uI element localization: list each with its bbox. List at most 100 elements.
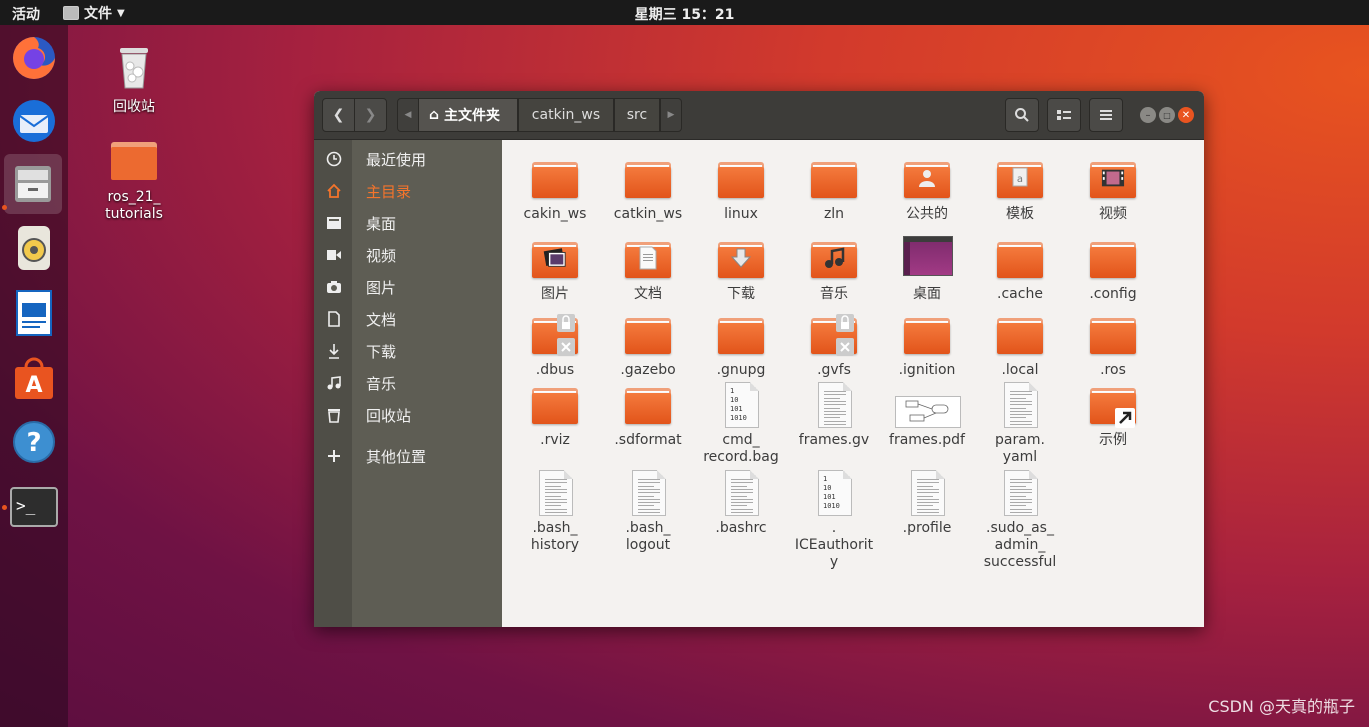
breadcrumb-catkin-ws[interactable]: catkin_ws [518, 98, 614, 132]
sidebar-item-label: 其他位置 [366, 448, 427, 466]
close-button[interactable]: ✕ [1178, 107, 1194, 123]
forward-button[interactable]: ❯ [354, 98, 387, 132]
maximize-button[interactable]: □ [1159, 107, 1175, 123]
file-item[interactable]: 1 10 101 1010 cmd_ record.bag [696, 382, 786, 466]
file-label: .sdformat [614, 432, 682, 448]
file-item[interactable]: frames.pdf [882, 382, 972, 449]
file-icon-container [531, 156, 579, 204]
file-item[interactable]: .gnupg [696, 312, 786, 379]
sidebar-item-label: 音乐 [366, 375, 397, 393]
sidebar-item-download[interactable]: 下载 [314, 335, 502, 367]
file-item[interactable]: .sudo_as_ admin_ successful [975, 470, 1065, 571]
file-item[interactable]: catkin_ws [603, 156, 693, 223]
desktop-item-label: 回收站 [113, 99, 155, 115]
file-label: .bash_ history [530, 520, 580, 553]
file-item[interactable]: a 模板 [975, 156, 1065, 223]
file-label: linux [724, 206, 758, 222]
file-label: .cache [997, 286, 1043, 302]
firefox-icon[interactable] [8, 32, 60, 84]
sidebar-item-music[interactable]: 音乐 [314, 367, 502, 399]
file-item[interactable]: cakin_ws [510, 156, 600, 223]
writer-icon[interactable] [8, 287, 60, 339]
menu-button[interactable] [1089, 98, 1123, 132]
file-icon-container [1089, 156, 1137, 204]
file-item[interactable]: .gvfs [789, 312, 879, 379]
locked-emblem-icon [555, 314, 577, 363]
sidebar-item-camera[interactable]: 图片 [314, 271, 502, 303]
sidebar-item-label: 视频 [366, 247, 397, 265]
file-icon-container [903, 236, 953, 284]
file-item[interactable]: 1 10 101 1010 . ICEauthorit y [789, 470, 879, 571]
plus-icon [324, 446, 344, 466]
file-item[interactable]: param. yaml [975, 382, 1065, 466]
file-item[interactable]: frames.gv [789, 382, 879, 449]
sidebar-item-desktop[interactable]: 桌面 [314, 207, 502, 239]
sidebar-item-home[interactable]: 主目录 [314, 175, 502, 207]
rhythmbox-icon[interactable] [8, 222, 60, 274]
file-item[interactable]: .profile [882, 470, 972, 537]
file-item[interactable]: 示例 [1068, 382, 1158, 449]
file-label: .dbus [535, 362, 575, 378]
breadcrumb-label: 主文件夹 [444, 108, 501, 124]
file-item[interactable]: .sdformat [603, 382, 693, 449]
file-item[interactable]: .cache [975, 236, 1065, 303]
sidebar-item-video[interactable]: 视频 [314, 239, 502, 271]
sidebar-item-document[interactable]: 文档 [314, 303, 502, 335]
desktop-trash[interactable]: 回收站 [94, 44, 174, 116]
file-item[interactable]: .gazebo [603, 312, 693, 379]
file-icon-container [895, 382, 961, 430]
help-icon[interactable]: ? [8, 416, 60, 468]
sidebar-item-trash[interactable]: 回收站 [314, 399, 502, 431]
file-icon-container [996, 312, 1044, 360]
file-item[interactable]: .local [975, 312, 1065, 379]
clock[interactable]: 星期三 15：21 [0, 4, 1369, 24]
file-item[interactable]: 音乐 [789, 236, 879, 303]
file-item[interactable]: 公共的 [882, 156, 972, 223]
file-label: frames.gv [798, 432, 870, 448]
file-icon-container [810, 236, 858, 284]
file-item[interactable]: 桌面 [882, 236, 972, 303]
file-item[interactable]: 文档 [603, 236, 693, 303]
sidebar-item-plus[interactable]: 其他位置 [314, 440, 502, 472]
file-manager-window: ❮ ❯ ◀ ⌂ 主文件夹 catkin_ws src ▶ – □ ✕ 最近使用 … [314, 91, 1204, 627]
folder-icon [625, 162, 671, 198]
desktop-folder[interactable]: ros_21_ tutorials [94, 140, 174, 223]
file-item[interactable]: 下载 [696, 236, 786, 303]
file-icon-container [531, 236, 579, 284]
file-item[interactable]: .bashrc [696, 470, 786, 537]
file-item[interactable]: zln [789, 156, 879, 223]
camera-icon [324, 277, 344, 297]
back-button[interactable]: ❮ [322, 98, 355, 132]
file-item[interactable]: .ignition [882, 312, 972, 379]
list-view-icon [1057, 110, 1071, 120]
file-item[interactable]: .bash_ history [510, 470, 600, 554]
file-item[interactable]: .rviz [510, 382, 600, 449]
file-label: .ignition [898, 362, 956, 378]
folder-icon [111, 142, 157, 180]
files-icon[interactable] [4, 154, 62, 214]
software-center-icon[interactable]: A [8, 352, 60, 404]
file-icon-container [624, 312, 672, 360]
breadcrumb-scroll-left[interactable]: ◀ [397, 98, 419, 132]
document-icon [324, 309, 344, 329]
view-toggle-button[interactable] [1047, 98, 1081, 132]
file-item[interactable]: 图片 [510, 236, 600, 303]
file-item[interactable]: 视频 [1068, 156, 1158, 223]
breadcrumb-src[interactable]: src [614, 98, 660, 132]
file-item[interactable]: .dbus [510, 312, 600, 379]
search-button[interactable] [1005, 98, 1039, 132]
sidebar-item-clock[interactable]: 最近使用 [314, 143, 502, 175]
minimize-button[interactable]: – [1140, 107, 1156, 123]
file-label: 下载 [727, 286, 755, 302]
file-item[interactable]: .ros [1068, 312, 1158, 379]
file-item[interactable]: linux [696, 156, 786, 223]
thunderbird-icon[interactable] [8, 95, 60, 147]
file-icon-container [810, 156, 858, 204]
file-icon-container [996, 382, 1044, 430]
breadcrumb-home[interactable]: ⌂ 主文件夹 [418, 98, 518, 132]
file-item[interactable]: .bash_ logout [603, 470, 693, 554]
breadcrumb-scroll-right[interactable]: ▶ [660, 98, 682, 132]
terminal-icon[interactable]: >_ [8, 481, 60, 533]
file-item[interactable]: .config [1068, 236, 1158, 303]
folder-icon [1090, 318, 1136, 354]
